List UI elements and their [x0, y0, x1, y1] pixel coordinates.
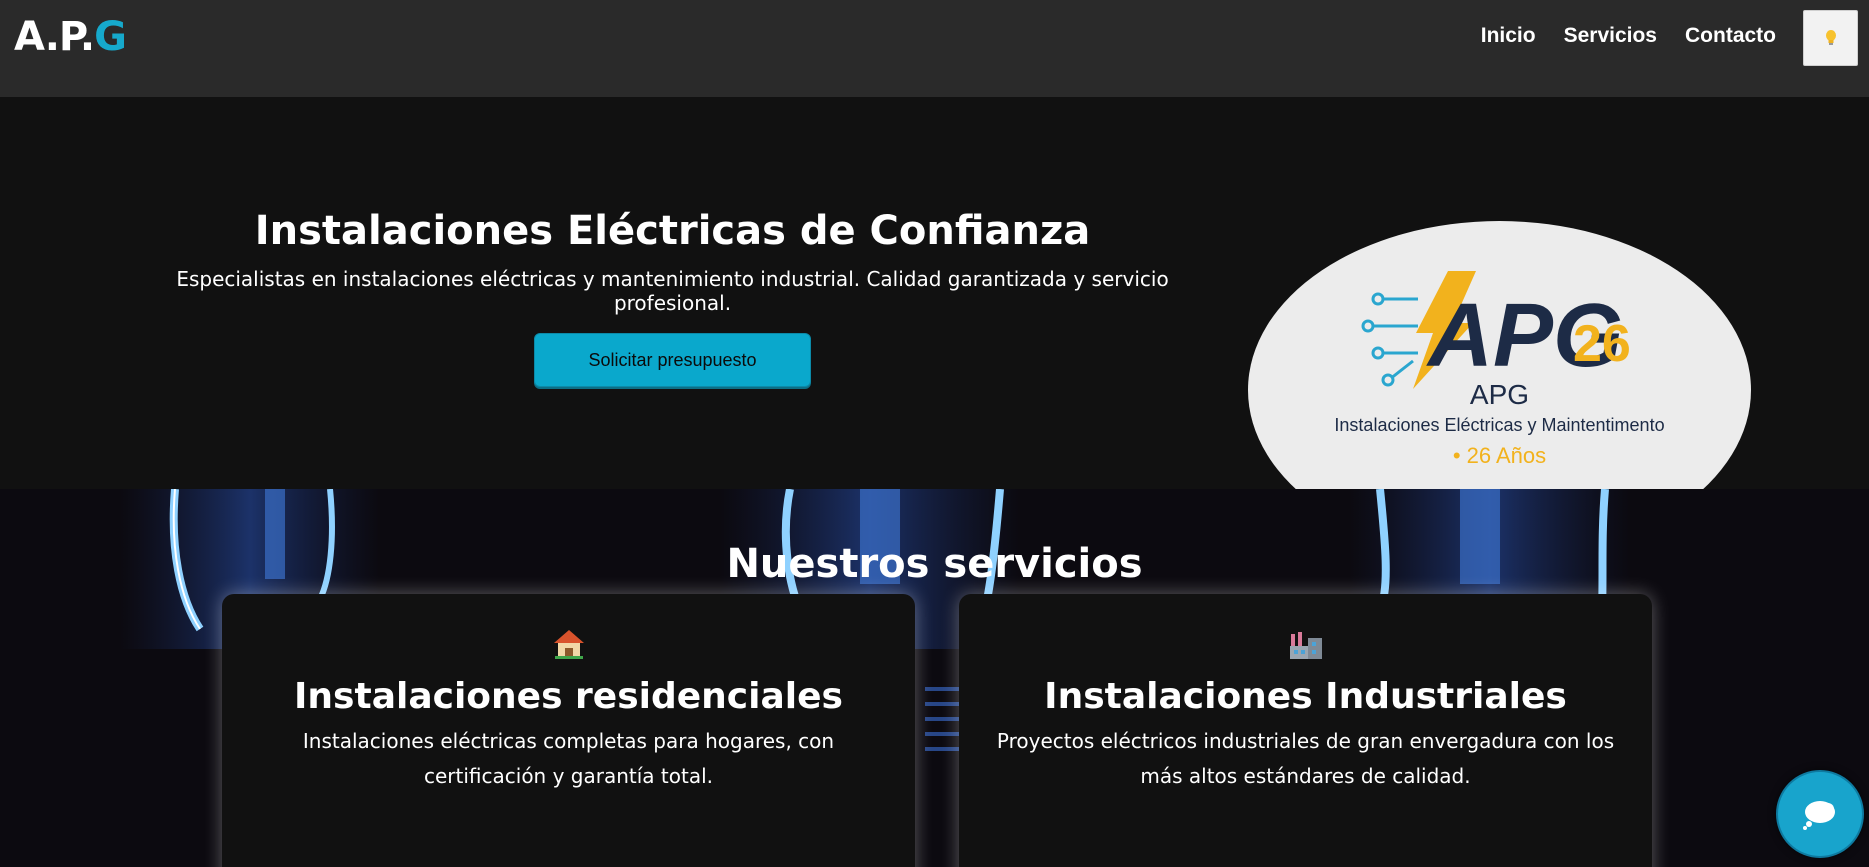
service-title-residential: Instalaciones residenciales — [294, 676, 843, 717]
nav-link-contacto[interactable]: Contacto — [1685, 24, 1776, 48]
service-title-industrial: Instalaciones Industriales — [1044, 676, 1567, 717]
chat-bubble-icon — [1803, 801, 1835, 830]
service-card-industrial[interactable]: Instalaciones Industriales Proyectos elé… — [959, 594, 1652, 867]
hero-subtitle: Especialistas en instalaciones eléctrica… — [176, 267, 1169, 315]
logo-tagline: Instalaciones Eléctricas y Maintentiment… — [1334, 415, 1665, 435]
brand-highlight: G — [94, 14, 127, 60]
lightbulb-icon — [1825, 30, 1836, 45]
services-section: Nuestros servicios Instalaciones residen… — [0, 489, 1869, 867]
service-description-industrial: Proyectos eléctricos industriales de gra… — [996, 729, 1615, 788]
hero-title: Instalaciones Eléctricas de Confianza — [254, 208, 1091, 254]
service-description-residential: Instalaciones eléctricas completas para … — [302, 729, 835, 788]
brand-prefix: A.P. — [14, 14, 95, 60]
house-icon — [222, 628, 915, 668]
logo-mark-number: 26 — [1573, 315, 1631, 373]
logo-name: APG — [1469, 379, 1530, 410]
hero-text: Instalaciones Eléctricas de Confianza Es… — [120, 207, 1225, 387]
factory-icon — [959, 628, 1652, 668]
hero-section: Instalaciones Eléctricas de Confianza Es… — [0, 97, 1869, 559]
logo-years: • 26 Años — [1452, 443, 1547, 468]
brand-logo[interactable]: A.P.G — [14, 14, 127, 60]
service-card-residential[interactable]: Instalaciones residenciales Instalacione… — [222, 594, 915, 867]
request-quote-button[interactable]: Solicitar presupuesto — [534, 333, 811, 387]
navbar: A.P.G Inicio Servicios Contacto — [0, 0, 1869, 97]
nav-link-inicio[interactable]: Inicio — [1481, 24, 1536, 48]
main-nav: Inicio Servicios Contacto — [1481, 24, 1776, 48]
nav-link-servicios[interactable]: Servicios — [1564, 24, 1657, 48]
chat-button[interactable] — [1776, 770, 1864, 858]
apg-logo-mark: APG 26 — [1361, 271, 1631, 389]
theme-toggle-button[interactable] — [1803, 10, 1858, 66]
services-title: Nuestros servicios — [726, 541, 1143, 587]
